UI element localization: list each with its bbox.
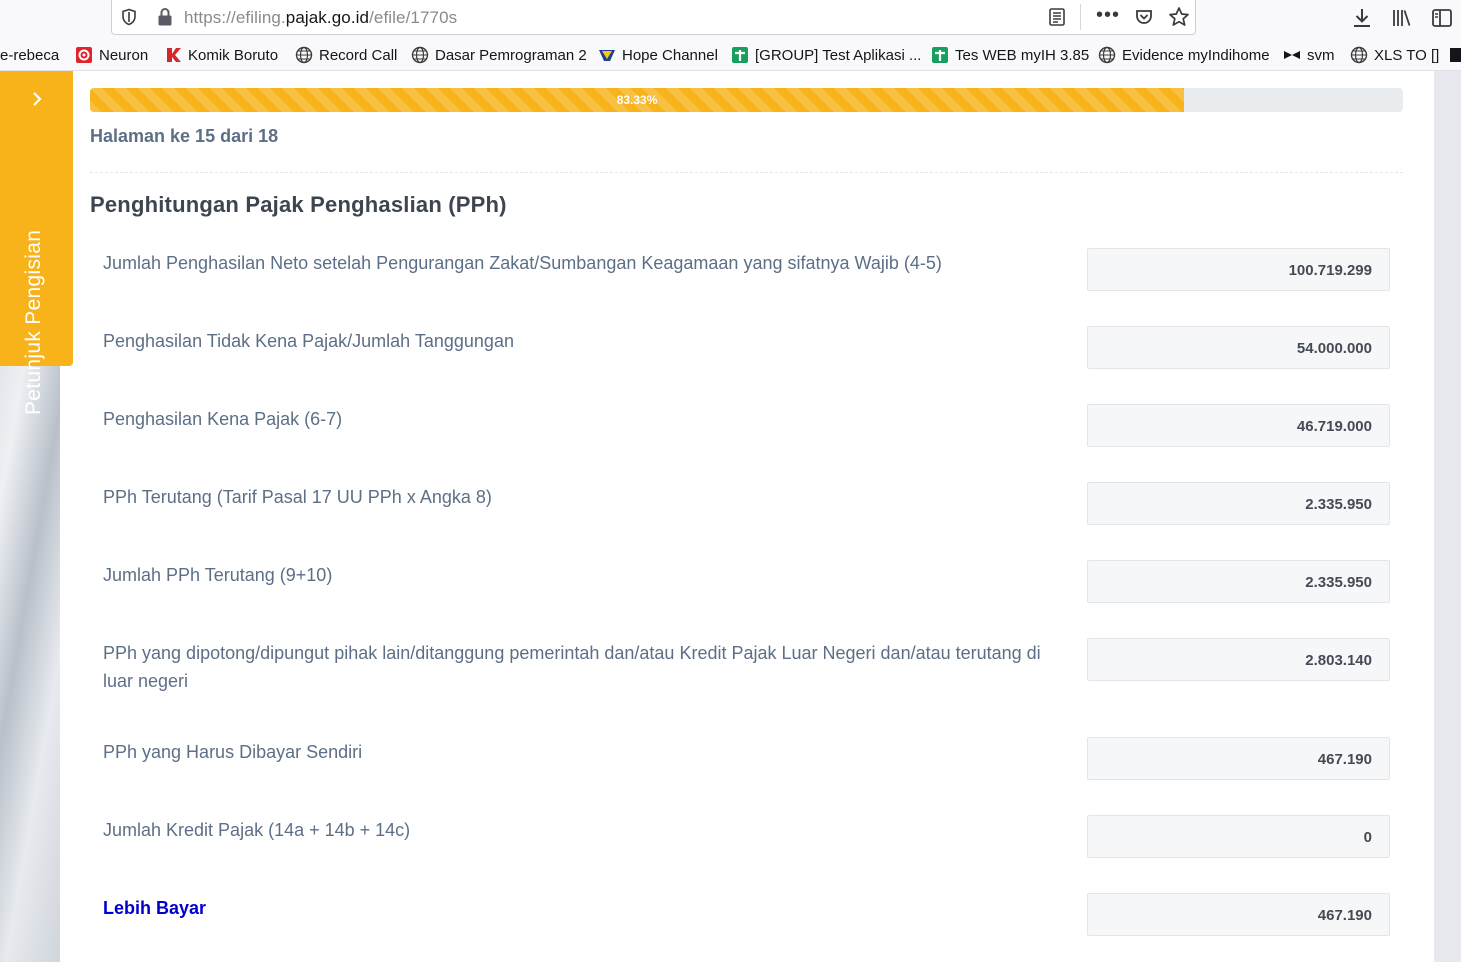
row-label-neto: Jumlah Penghasilan Neto setelah Penguran…	[103, 253, 942, 273]
bookmark-label: Hope Channel	[622, 46, 718, 64]
url-text[interactable]: https://efiling.pajak.go.id/efile/1770s	[184, 8, 457, 28]
page-actions-menu-icon[interactable]: •••	[1096, 4, 1120, 27]
bookmark-overflow-icon[interactable]	[1450, 48, 1461, 62]
bookmark-record-call[interactable]: Record Call	[295, 45, 397, 65]
bookmark-label: Tes WEB myIH 3.85	[955, 46, 1090, 64]
bookmark-label: XLS TO []	[1374, 46, 1440, 64]
urlbar-separator	[1080, 4, 1081, 30]
sheets-icon	[932, 47, 948, 63]
row-label-jumlah-pph-terutang: Jumlah PPh Terutang (9+10)	[103, 565, 333, 585]
progress-bar: 83.33%	[90, 88, 1403, 112]
row-value-pph-dipotong[interactable]: 2.803.140	[1087, 638, 1390, 681]
page-gutter	[1434, 71, 1461, 962]
hope-channel-icon	[599, 50, 615, 61]
bookmark-dasar-pemrograman[interactable]: Dasar Pemrograman 2	[411, 45, 587, 65]
bookmark-xls-to[interactable]: XLS TO []	[1350, 45, 1439, 65]
chevron-right-icon[interactable]	[28, 89, 46, 109]
reader-view-icon[interactable]	[1047, 7, 1067, 27]
row-value-pkp[interactable]: 46.719.000	[1087, 404, 1390, 447]
section-title: Penghitungan Pajak Penghaslian (PPh)	[90, 192, 507, 217]
lock-icon[interactable]	[156, 7, 174, 27]
row-value-kredit-pajak[interactable]: 0	[1087, 815, 1390, 858]
address-bar[interactable]: https://efiling.pajak.go.id/efile/1770s …	[111, 0, 1196, 35]
row-value-pph-dibayar-sendiri[interactable]: 467.190	[1087, 737, 1390, 780]
row-value-neto[interactable]: 100.719.299	[1087, 248, 1390, 291]
bookmark-svm[interactable]: svm	[1283, 45, 1335, 65]
library-icon[interactable]	[1391, 7, 1413, 29]
row-label-lebih-bayar: Lebih Bayar	[103, 898, 207, 918]
bookmark-label: [GROUP] Test Aplikasi ...	[755, 46, 922, 64]
bookmark-tes-web-myih[interactable]: Tes WEB myIH 3.85	[931, 45, 1089, 65]
progress-fill: 83.33%	[90, 88, 1185, 112]
sidebar-toggle-icon[interactable]	[1431, 7, 1453, 29]
bookmark-group-test-aplikasi[interactable]: [GROUP] Test Aplikasi ...	[731, 45, 921, 65]
row-value-pph-terutang[interactable]: 2.335.950	[1087, 482, 1390, 525]
globe-icon	[411, 46, 429, 64]
sheets-icon	[732, 47, 748, 63]
row-label-pph-dipotong: PPh yang dipotong/dipungut pihak lain/di…	[103, 643, 1041, 691]
bookmark-label: Record Call	[319, 46, 398, 64]
tracking-shield-icon[interactable]	[120, 8, 138, 26]
row-label-pph-dibayar-sendiri: PPh yang Harus Dibayar Sendiri	[103, 742, 363, 762]
row-label-kredit-pajak: Jumlah Kredit Pajak (14a + 14b + 14c)	[103, 820, 411, 840]
row-value-jumlah-pph-terutang[interactable]: 2.335.950	[1087, 560, 1390, 603]
globe-icon	[1098, 46, 1116, 64]
row-label-pph-terutang: PPh Terutang (Tarif Pasal 17 UU PPh x An…	[103, 487, 492, 507]
neuron-icon	[76, 47, 92, 63]
row-label-pkp: Penghasilan Kena Pajak (6-7)	[103, 409, 343, 429]
browser-toolbar: https://efiling.pajak.go.id/efile/1770s …	[0, 0, 1461, 38]
bookmark-evidence-myindihome[interactable]: Evidence myIndihome	[1098, 45, 1270, 65]
pocket-icon[interactable]	[1134, 7, 1154, 27]
row-value-ptkp[interactable]: 54.000.000	[1087, 326, 1390, 369]
row-value-lebih-bayar[interactable]: 467.190	[1087, 893, 1390, 936]
bookmark-hope-channel[interactable]: Hope Channel	[598, 45, 718, 65]
guide-sidebar-label: Petunjuk Pengisian	[22, 229, 45, 415]
guide-sidebar-toggle[interactable]: Petunjuk Pengisian	[0, 71, 73, 415]
bookmark-label: Komik Boruto	[188, 46, 279, 64]
bookmark-neuron[interactable]: Neuron	[75, 45, 148, 65]
row-label-ptkp: Penghasilan Tidak Kena Pajak/Jumlah Tang…	[103, 331, 514, 351]
bookmarks-toolbar: e-rebeca Neuron Komik Boruto Record Call…	[0, 38, 1461, 71]
bookmark-label: Neuron	[99, 46, 149, 64]
bookmark-label: Evidence myIndihome	[1122, 46, 1270, 64]
bookmark-e-rebeca[interactable]: e-rebeca	[0, 45, 59, 65]
section-divider	[90, 172, 1403, 173]
bookmark-label: e-rebeca	[0, 46, 60, 64]
bookmark-label: svm	[1307, 46, 1335, 64]
globe-icon	[1350, 46, 1368, 64]
bookmark-komik-boruto[interactable]: Komik Boruto	[164, 45, 278, 65]
bookmark-label: Dasar Pemrograman 2	[435, 46, 587, 64]
k-logo-icon	[167, 48, 181, 62]
svm-icon	[1284, 51, 1300, 59]
globe-icon	[295, 46, 313, 64]
page-indicator: Halaman ke 15 dari 18	[90, 126, 279, 146]
downloads-icon[interactable]	[1351, 7, 1373, 29]
bookmark-star-icon[interactable]	[1168, 6, 1190, 28]
